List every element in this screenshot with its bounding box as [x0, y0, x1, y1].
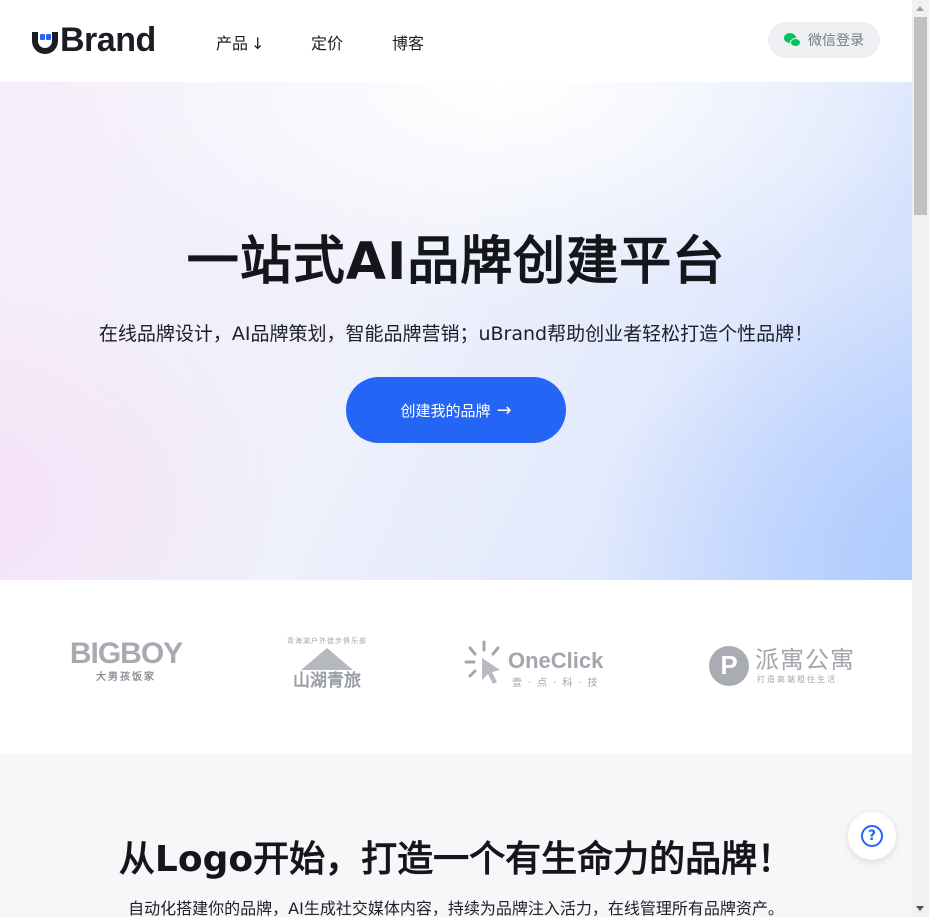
bigboy-name: BIGBOY	[69, 637, 183, 670]
brand-logo[interactable]: Brand	[32, 22, 156, 58]
partner-logos: BIGBOY 大男孩饭家 青海湖户外徒步俱乐部 山湖青旅 OneClick 壹·…	[0, 580, 912, 754]
hero-section: 一站式AI品牌创建平台 在线品牌设计，AI品牌策划，智能品牌营销；uBrand帮…	[0, 82, 912, 580]
page-scrollbar[interactable]	[912, 0, 929, 917]
features-section: 从Logo开始，打造一个有生命力的品牌！ 自动化搭建你的品牌，AI生成社交媒体内…	[0, 754, 912, 917]
shanhu-logo: 青海湖户外徒步俱乐部 山湖青旅	[282, 636, 372, 691]
paiyu-mark: P	[709, 646, 749, 686]
shanhu-name: 山湖青旅	[293, 671, 361, 691]
bigboy-tagline: 大男孩饭家	[96, 672, 156, 683]
wechat-login-label: 微信登录	[808, 33, 864, 49]
bigboy-logo: BIGBOY 大男孩饭家	[64, 637, 188, 684]
scroll-thumb[interactable]	[914, 17, 927, 215]
nav-blog[interactable]: 博客	[392, 30, 424, 54]
create-brand-label: 创建我的品牌	[400, 401, 491, 420]
scroll-up-icon[interactable]	[912, 0, 929, 17]
hero-title: 一站式AI品牌创建平台	[186, 232, 726, 292]
oneclick-name: OneClick	[508, 648, 604, 673]
hero-subtitle: 在线品牌设计，AI品牌策划，智能品牌营销；uBrand帮助创业者轻松打造个性品牌…	[98, 323, 814, 345]
shanhu-arc-text: 青海湖户外徒步俱乐部	[287, 637, 367, 645]
section-subtitle: 自动化搭建你的品牌，AI生成社交媒体内容，持续为品牌注入活力，在线管理所有品牌资…	[128, 899, 784, 917]
nav-pricing[interactable]: 定价	[311, 30, 343, 54]
question-icon: ?	[861, 825, 883, 847]
down-arrow-icon: ↓	[251, 34, 265, 53]
create-brand-button[interactable]: 创建我的品牌 →	[346, 377, 566, 443]
section-title: 从Logo开始，打造一个有生命力的品牌！	[118, 839, 794, 880]
paiyu-name: 派寓公寓	[755, 646, 855, 674]
logo-text: Brand	[60, 21, 156, 59]
wechat-login-button[interactable]: 微信登录	[768, 22, 880, 58]
scroll-down-icon[interactable]	[912, 900, 929, 917]
site-header: Brand 产品 ↓ 定价 博客 微信登录	[0, 0, 912, 82]
cursor-click-icon	[464, 640, 500, 684]
nav-products[interactable]: 产品 ↓	[216, 30, 264, 54]
oneclick-tagline: 壹·点·科·技	[512, 678, 604, 689]
help-button[interactable]: ?	[848, 812, 896, 860]
arrow-right-icon: →	[496, 399, 512, 421]
u-logo-icon	[32, 24, 58, 56]
paiyu-tagline: 打造高端租住生活	[757, 675, 837, 684]
wechat-icon	[784, 32, 802, 48]
nav-products-label: 产品	[216, 34, 249, 53]
